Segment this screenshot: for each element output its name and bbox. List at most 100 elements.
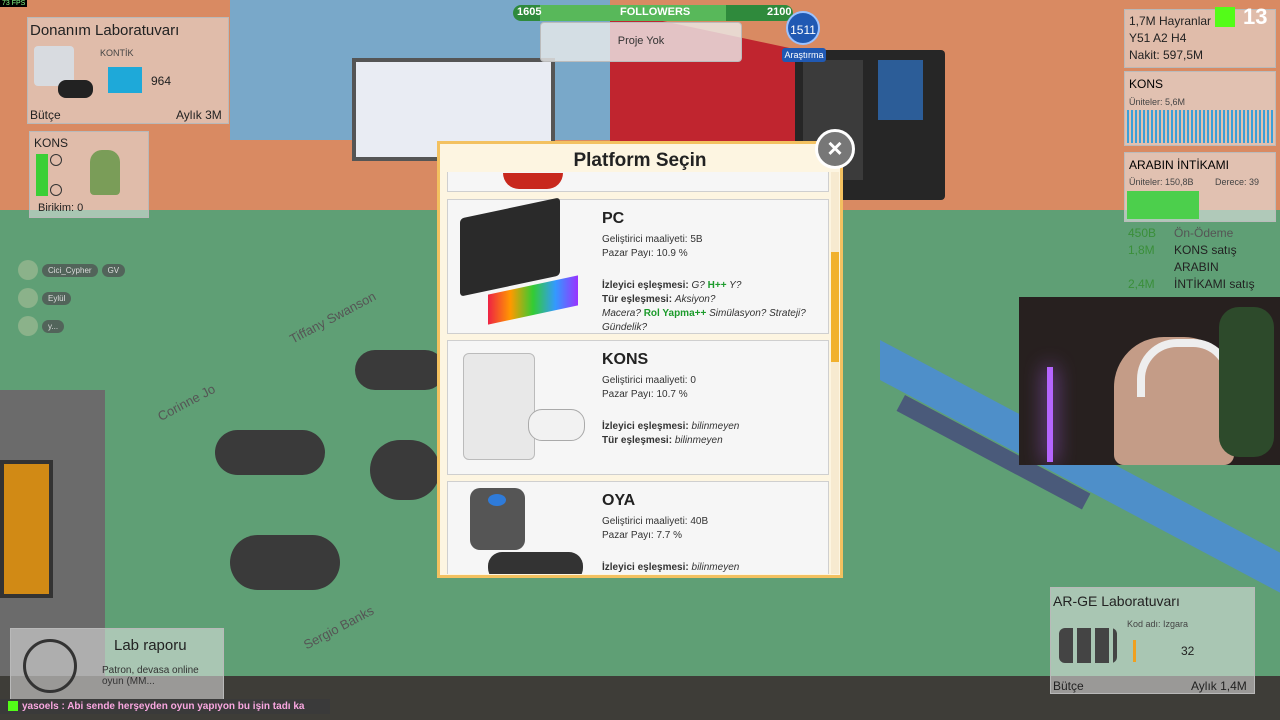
game-sales-panel[interactable]: ARABIN İNTİKAMI Üniteler: 150,8B Derece:…	[1124, 152, 1276, 222]
rd-progress-bar	[1133, 640, 1136, 662]
console-light-icon	[488, 494, 506, 506]
kons-chart-units: Üniteler: 5,6M	[1129, 97, 1186, 107]
wall-panel	[0, 460, 53, 598]
kons-panel[interactable]: KONS Birikim: 0	[29, 131, 149, 218]
monthly-budget: Aylık 3M	[176, 108, 222, 122]
followers-min: 1605	[517, 6, 542, 18]
game-units: Üniteler: 150,8B	[1129, 177, 1194, 187]
audience-label: İzleyici eşleşmesi:	[602, 280, 689, 291]
hardware-lab-panel[interactable]: Donanım Laboratuvarı KONTİK 964 Bütçe Ay…	[27, 17, 229, 124]
kons-sales-chart[interactable]: KONS Üniteler: 5,6M	[1124, 71, 1276, 146]
platform-card-pc[interactable]: PC Geliştirici maaliyeti: 5B Pazar Payı:…	[447, 197, 829, 334]
desk[interactable]	[230, 535, 340, 590]
genre-highlight: Rol Yapma++	[643, 308, 707, 319]
gamepad-icon	[58, 80, 93, 98]
user-entry[interactable]: Eylül	[18, 288, 125, 308]
audience-value: G?	[691, 280, 708, 291]
smiley-icon	[50, 184, 62, 196]
kons-progress-bar	[36, 154, 48, 196]
genre-value: Macera?	[602, 308, 644, 319]
platform-name: PC	[602, 210, 625, 227]
research-points[interactable]: 1511	[786, 11, 820, 45]
game-progress-bar	[1127, 191, 1199, 219]
audience-value: bilinmeyen	[691, 562, 740, 573]
market-share: Pazar Payı: 10.9 %	[602, 248, 688, 259]
desk[interactable]	[370, 440, 440, 500]
dev-cost: Geliştirici maaliyeti: 5B	[602, 234, 703, 245]
rd-value: 32	[1181, 644, 1195, 658]
smiley-icon	[50, 154, 62, 166]
sales-row: 450B Ön-Ödeme	[1128, 226, 1278, 243]
budget-label: Bütçe	[30, 108, 61, 122]
fans-count: 1,7M Hayranlar	[1129, 14, 1212, 28]
avatar	[18, 260, 38, 280]
genre-value: Aksiyon?	[674, 294, 716, 305]
desk[interactable]	[215, 430, 325, 475]
dev-cost: Geliştirici maaliyeti: 40B	[602, 516, 709, 527]
soda-machine	[878, 60, 923, 120]
audience-value: Y?	[726, 280, 742, 291]
online-users: Cici_Cypher GV Eylül y...	[18, 260, 126, 344]
audience-match: İzleyici eşleşmesi: bilinmeyen	[602, 562, 739, 573]
kons-title: KONS	[34, 136, 69, 150]
plant-icon	[1219, 307, 1274, 457]
sales-row: 2,4M İNTİKAMI satış	[1128, 277, 1278, 294]
sales-row: ARABIN	[1128, 260, 1278, 277]
kick-logo-icon	[8, 701, 18, 712]
platform-card[interactable]	[447, 172, 829, 192]
console-icon	[463, 353, 535, 460]
kons-savings: Birikim: 0	[38, 202, 84, 214]
audience-highlight: H++	[707, 280, 727, 291]
genre-match: Tür eşleşmesi: Aksiyon?	[602, 294, 715, 305]
game-title: ARABIN İNTİKAMI	[1129, 158, 1230, 172]
close-button[interactable]: ×	[815, 129, 855, 169]
overlay-number: 13	[1243, 4, 1268, 29]
research-label[interactable]: Araştırma	[782, 48, 826, 62]
neon-light	[1047, 367, 1053, 462]
gamepad-icon	[528, 409, 585, 441]
cash-amount: Nakit: 597,5M	[1129, 48, 1203, 62]
user-name: Eylül	[42, 291, 72, 305]
team-icon	[23, 639, 77, 693]
genre-match-line3: Gündelik?	[602, 322, 648, 333]
kons-chart-title: KONS	[1129, 77, 1164, 91]
game-rank: Derece: 39	[1215, 177, 1260, 187]
console-icon	[503, 173, 563, 189]
genre-value: bilinmeyen	[674, 435, 723, 446]
sales-amount: 450B	[1128, 226, 1157, 240]
avatar	[18, 288, 38, 308]
project-status[interactable]: Proje Yok	[540, 22, 742, 62]
avatar	[18, 316, 38, 336]
platform-card-kons[interactable]: KONS Geliştirici maaliyeti: 0 Pazar Payı…	[447, 340, 829, 475]
rd-code-name: Kod adı: Izgara	[1127, 619, 1189, 629]
platform-card-oya[interactable]: OYA Geliştirici maaliyeti: 40B Pazar Pay…	[447, 481, 829, 574]
user-name: y...	[42, 319, 65, 333]
sales-label: KONS satış	[1174, 243, 1237, 257]
platform-list[interactable]: PC Geliştirici maaliyeti: 5B Pazar Payı:…	[445, 172, 831, 574]
budget-label: Bütçe	[1053, 679, 1084, 693]
game-date: Y51 A2 H4	[1129, 31, 1187, 45]
market-share: Pazar Payı: 10.7 %	[602, 389, 688, 400]
user-entry[interactable]: y...	[18, 316, 125, 336]
dialog-title: Platform Seçin	[573, 150, 707, 171]
lab-report-notification[interactable]: Lab raporu Patron, devasa online oyun (M…	[10, 628, 224, 700]
genre-match: Tür eşleşmesi: bilinmeyen	[602, 435, 723, 446]
progress-square	[108, 67, 142, 93]
rd-lab-panel[interactable]: AR-GE Laboratuvarı Kod adı: Izgara 32 Bü…	[1050, 587, 1255, 694]
dev-cost: Geliştirici maaliyeti: 0	[602, 375, 696, 386]
webcam-overlay	[1019, 297, 1280, 465]
dialog-scroll-thumb[interactable]	[831, 252, 839, 362]
hexagon-icon	[1059, 628, 1117, 663]
rd-lab-title: AR-GE Laboratuvarı	[1053, 593, 1180, 609]
genre-match-line2: Macera? Rol Yapma++ Simülasyon? Strateji…	[602, 308, 806, 319]
market-share: Pazar Payı: 7.7 %	[602, 530, 683, 541]
user-entry[interactable]: Cici_Cypher GV	[18, 260, 126, 280]
desk[interactable]	[355, 350, 445, 390]
cash-value: Nakit: 597,5M	[1129, 48, 1204, 62]
dialog-scrollbar[interactable]	[831, 172, 839, 574]
fps-counter: 73 FPS	[0, 0, 28, 7]
chat-text: yasoels : Abi sende herşeyden oyun yapıy…	[22, 701, 305, 712]
sales-amount: 2,4M	[1128, 277, 1155, 291]
audience-value: bilinmeyen	[691, 421, 740, 432]
hardware-lab-value: 964	[151, 74, 172, 88]
